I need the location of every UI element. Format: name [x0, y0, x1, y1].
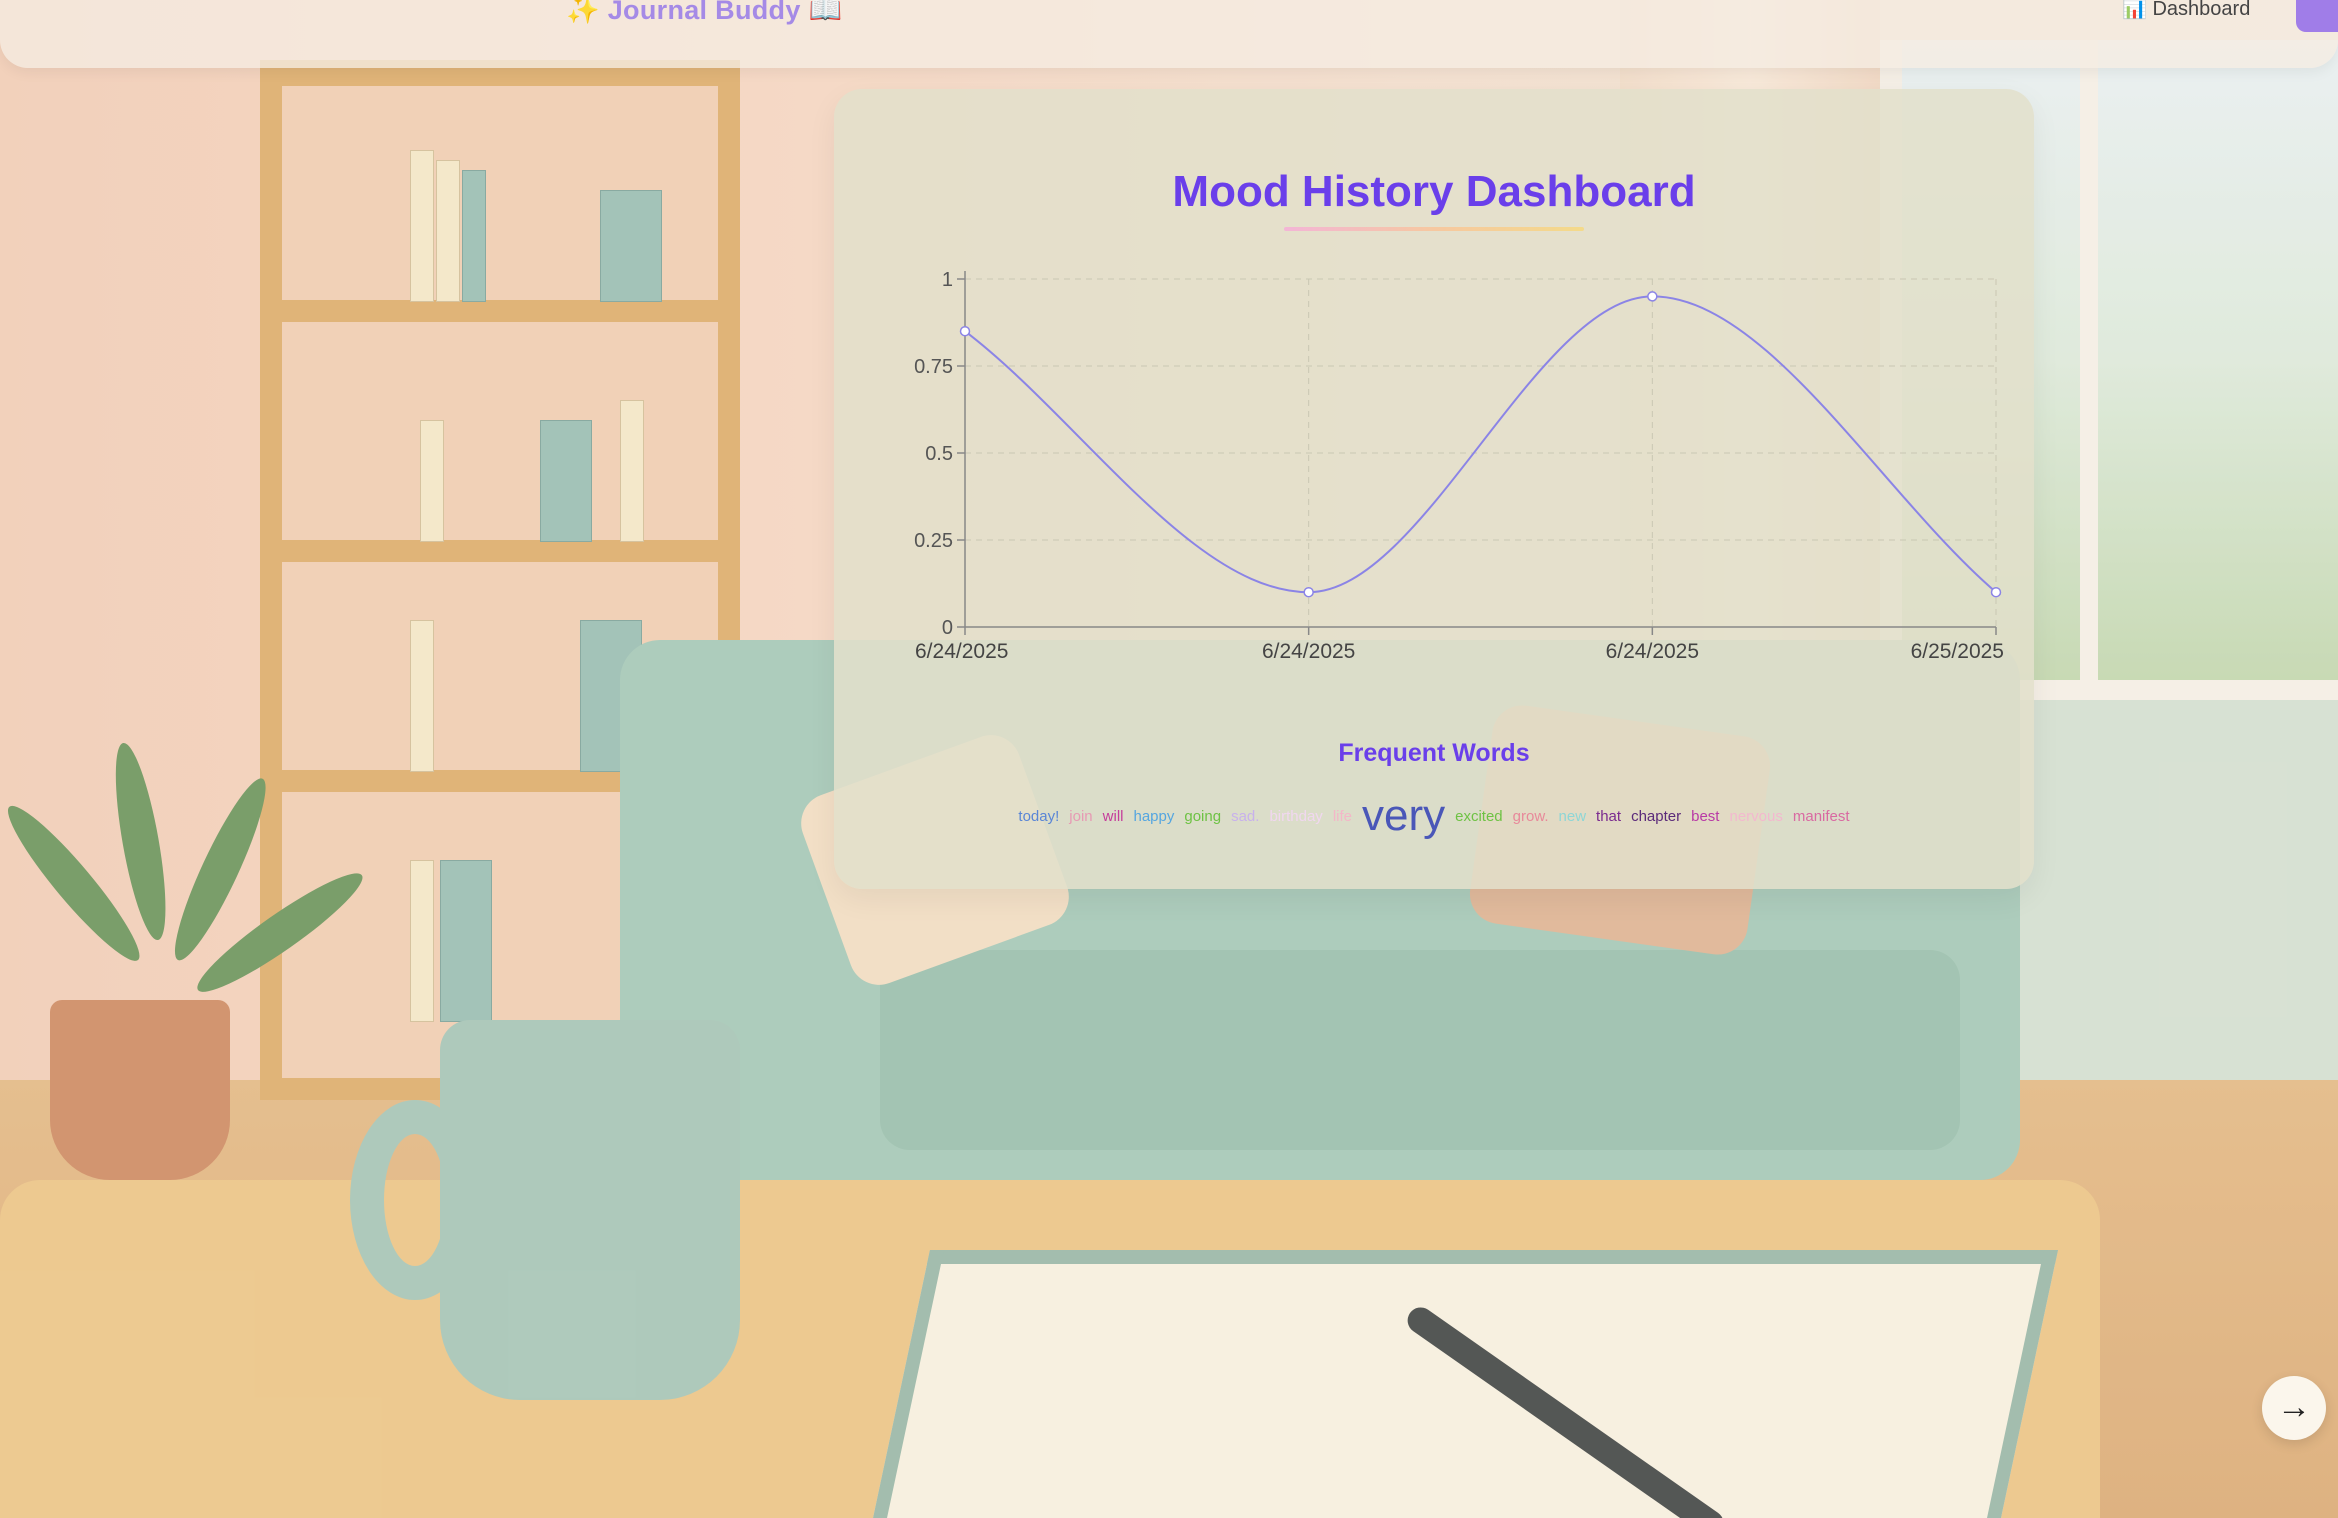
word-cloud-word: happy — [1133, 807, 1175, 825]
y-tick-label: 0 — [942, 617, 953, 639]
y-tick-label: 0.75 — [914, 356, 953, 378]
app-brand[interactable]: ✨ Journal Buddy 📖 — [566, 0, 842, 26]
mood-series-line — [964, 295, 1997, 594]
x-tick-label: 6/24/2025 — [1606, 640, 1699, 663]
y-tick-label: 1 — [942, 269, 953, 291]
word-cloud: today! join will happy going sad. birthday life… — [834, 791, 2034, 841]
data-point — [1303, 586, 1314, 598]
word-cloud-word: new — [1558, 807, 1587, 825]
mood-line-chart: 0 0.25 0.5 0.75 1 6/24/2025 6/24/2025 6/24/2025… — [914, 269, 2004, 663]
next-arrow-button[interactable]: → — [2262, 1376, 2326, 1440]
mood-dashboard-card: Mood History Dashboard 0 0.25 0.5 0.75 1 6/24… — [834, 89, 2034, 889]
top-nav-bar — [0, 0, 2338, 68]
sparkles-icon: ✨ — [566, 0, 600, 25]
nav-dashboard-label: Dashboard — [2152, 0, 2251, 20]
word-cloud-word: join — [1069, 807, 1093, 825]
word-cloud-word: will — [1102, 807, 1124, 825]
word-cloud-word: best — [1691, 807, 1720, 825]
word-cloud-word: manifest — [1792, 807, 1850, 825]
word-cloud-word: chapter — [1631, 807, 1682, 825]
frequent-words-title: Frequent Words — [1338, 739, 1530, 767]
x-tick-label: 6/25/2025 — [1911, 640, 2004, 663]
bar-chart-icon: 📊 — [2122, 0, 2147, 20]
nav-dashboard-link[interactable]: 📊 Dashboard — [2122, 0, 2250, 21]
y-tick-label: 0.5 — [925, 443, 953, 465]
word-cloud-word: today! — [1018, 807, 1060, 825]
word-cloud-word: life — [1332, 807, 1352, 825]
data-point — [959, 325, 971, 337]
x-tick-label: 6/24/2025 — [1262, 640, 1355, 663]
word-cloud-word: very — [1362, 791, 1446, 840]
word-cloud-word: sad. — [1231, 807, 1260, 825]
data-point — [1990, 586, 2002, 598]
word-cloud-word: nervous — [1729, 807, 1783, 825]
brand-label: Journal Buddy — [607, 0, 801, 25]
nav-action-button[interactable] — [2296, 0, 2338, 32]
word-cloud-word: grow. — [1512, 807, 1549, 825]
word-cloud-word: that — [1596, 807, 1622, 825]
word-cloud-word: going — [1184, 807, 1222, 825]
y-tick-label: 0.25 — [914, 530, 953, 552]
book-icon: 📖 — [808, 0, 843, 25]
x-tick-label: 6/24/2025 — [915, 640, 1008, 663]
word-cloud-word: birthday — [1269, 807, 1323, 825]
word-cloud-word: excited — [1455, 807, 1503, 825]
data-point — [1647, 291, 1658, 302]
